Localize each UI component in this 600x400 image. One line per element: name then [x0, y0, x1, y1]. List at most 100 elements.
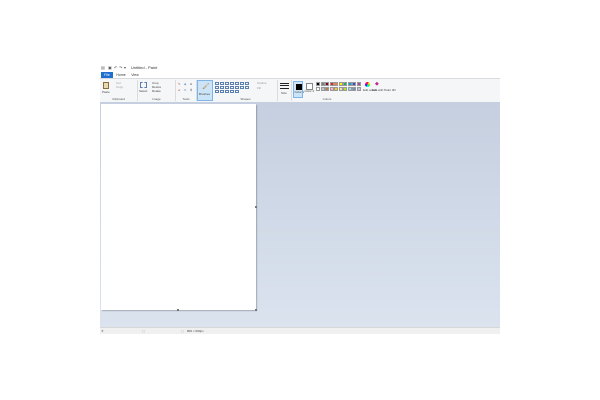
selection-size-icon: ⬚ — [142, 329, 145, 333]
palette-swatch[interactable] — [334, 82, 338, 86]
palette-swatch[interactable] — [347, 82, 352, 86]
color1-label: Color 1 — [294, 90, 305, 94]
color1-swatch — [295, 83, 302, 90]
tools-group: ✎ ◈ A ▰ ✒ ⚲ Tools — [176, 80, 197, 101]
redo-icon[interactable]: ↷ — [119, 65, 122, 71]
size-label: Size — [281, 91, 287, 95]
paste-button[interactable]: Paste — [102, 91, 110, 94]
drawing-canvas[interactable] — [101, 104, 257, 311]
diamond-shape-icon[interactable] — [220, 86, 224, 89]
ribbon: Paste Cut Copy Clipboard Select Crop Res… — [100, 78, 500, 103]
canvas-size-readout: 800 × 600px — [187, 329, 204, 333]
color2-button[interactable]: Color 2 — [304, 81, 314, 98]
paint-app-icon: ▤ — [101, 65, 105, 70]
title-bar: ▤ ▣ ↶ ↷ ▾ Untitled - Paint — [100, 64, 500, 72]
palette-swatch[interactable] — [329, 82, 334, 86]
eraser-icon[interactable]: ▰ — [178, 89, 180, 92]
palette-swatch[interactable] — [320, 87, 325, 91]
rectangle-shape-icon[interactable] — [230, 82, 234, 85]
copy-button[interactable]: Copy — [116, 86, 123, 89]
oval-shape-icon[interactable] — [225, 82, 229, 85]
color-wheel-icon — [364, 82, 370, 87]
image-group-label: Image — [152, 97, 161, 101]
paste-icon[interactable] — [103, 82, 109, 89]
rounded-rectangle-shape-icon[interactable] — [235, 82, 239, 85]
save-icon[interactable]: ▣ — [108, 65, 112, 71]
right-arrow-shape-icon[interactable] — [235, 86, 239, 89]
shapes-gallery[interactable] — [215, 82, 255, 96]
down-arrow-shape-icon[interactable] — [215, 90, 219, 93]
window-title: Untitled - Paint — [131, 65, 158, 70]
edit-colors-button[interactable]: Edit colors — [363, 81, 377, 97]
edit-with-paint3d-label: Edit with Paint 3D — [372, 88, 396, 92]
shapes-group: Outline Fill Shapes — [214, 80, 278, 101]
colors-group-label: Colors — [322, 97, 332, 101]
brushes-button[interactable]: 🖌 Brushes — [197, 80, 213, 101]
palette-swatch[interactable] — [338, 82, 343, 86]
palette-swatch[interactable] — [356, 82, 361, 86]
resize-handle-right[interactable] — [255, 206, 257, 208]
star-shape-icon[interactable] — [220, 90, 224, 93]
clipboard-group: Paste Cut Copy Clipboard — [100, 80, 138, 101]
palette-swatch[interactable] — [347, 87, 352, 91]
line-width-icon — [280, 82, 289, 90]
palette-swatch[interactable] — [352, 82, 356, 86]
pencil-icon[interactable]: ✎ — [178, 83, 181, 86]
select-icon[interactable] — [140, 82, 147, 88]
paint3d-icon: ◆ — [375, 81, 379, 87]
palette-swatch[interactable] — [316, 82, 320, 86]
shapes-group-label: Shapes — [240, 97, 251, 101]
heart-shape-icon[interactable] — [230, 90, 234, 93]
triangle-shape-icon[interactable] — [245, 82, 249, 85]
line-shape-icon[interactable] — [215, 82, 219, 85]
left-arrow-shape-icon[interactable] — [240, 86, 244, 89]
undo-icon[interactable]: ↶ — [114, 65, 117, 71]
color2-label: Color 2 — [304, 89, 315, 93]
palette-swatch[interactable] — [343, 82, 347, 86]
paint-window: ▤ ▣ ↶ ↷ ▾ Untitled - Paint File Home Vie… — [100, 64, 500, 334]
fill-button[interactable]: Fill — [257, 87, 261, 90]
outline-button[interactable]: Outline — [257, 82, 267, 85]
palette-swatch[interactable] — [320, 82, 325, 86]
color1-button[interactable]: Color 1 — [293, 81, 305, 98]
colors-group: Color 1 Color 2 Edit colors ◆ Edit with … — [292, 80, 396, 101]
palette-swatch[interactable] — [325, 82, 329, 86]
polygon-shape-icon[interactable] — [240, 82, 244, 85]
up-arrow-shape-icon[interactable] — [245, 86, 249, 89]
select-button[interactable]: Select — [139, 90, 147, 93]
image-group: Select Crop Resize Rotate Image — [138, 80, 176, 101]
palette-swatch[interactable] — [352, 87, 356, 91]
resize-handle-corner[interactable] — [255, 309, 257, 311]
canvas-size-icon: ⬚ — [181, 329, 184, 333]
size-button[interactable]: Size — [278, 80, 292, 101]
lightning-shape-icon[interactable] — [235, 90, 239, 93]
color-picker-icon[interactable]: ✒ — [184, 89, 187, 92]
palette-swatch[interactable] — [316, 87, 320, 91]
callout-shape-icon[interactable] — [225, 90, 229, 93]
palette-swatch[interactable] — [325, 87, 329, 91]
resize-handle-bottom[interactable] — [177, 309, 179, 311]
customize-quick-access-icon[interactable]: ▾ — [124, 65, 126, 71]
hexagon-shape-icon[interactable] — [230, 86, 234, 89]
text-icon[interactable]: A — [190, 83, 192, 86]
clipboard-group-label: Clipboard — [112, 97, 125, 101]
palette-swatch[interactable] — [334, 87, 338, 91]
brushes-label: Brushes — [199, 92, 211, 96]
palette-swatch[interactable] — [343, 87, 347, 91]
palette-swatch[interactable] — [356, 87, 361, 91]
canvas-workspace — [100, 102, 500, 327]
tools-group-label: Tools — [182, 97, 190, 101]
fill-bucket-icon[interactable]: ◈ — [184, 83, 186, 86]
palette-swatch[interactable] — [338, 87, 343, 91]
edit-with-paint3d-button[interactable]: ◆ Edit with Paint 3D — [372, 81, 396, 97]
brush-icon: 🖌 — [202, 84, 210, 90]
color-palette — [316, 82, 362, 92]
status-bar: ✛ ⬚ ⬚ 800 × 600px — [100, 327, 500, 334]
cursor-position-icon: ✛ — [101, 329, 104, 333]
pentagon-shape-icon[interactable] — [225, 86, 229, 89]
magnifier-icon[interactable]: ⚲ — [190, 89, 192, 92]
rotate-button[interactable]: Rotate — [152, 90, 161, 93]
palette-swatch[interactable] — [329, 87, 334, 91]
curve-shape-icon[interactable] — [220, 82, 224, 85]
right-triangle-shape-icon[interactable] — [215, 86, 219, 89]
